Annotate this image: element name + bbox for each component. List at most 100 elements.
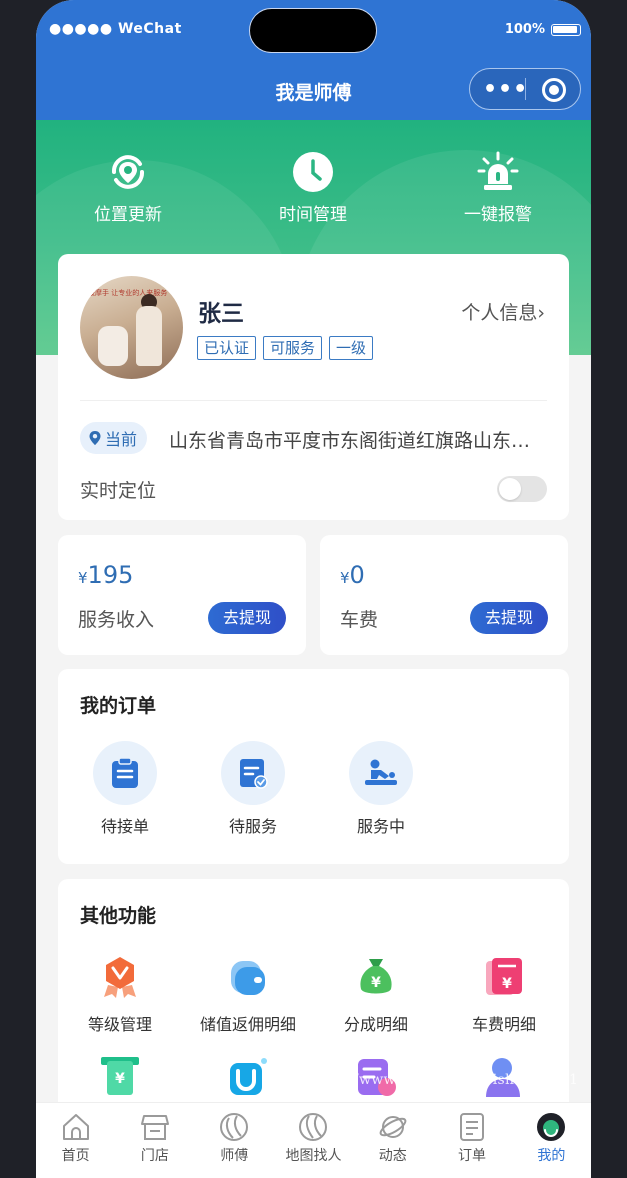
svg-text:¥: ¥: [371, 975, 381, 991]
alarm-light-icon: [477, 151, 519, 190]
order-pending-service[interactable]: 待服务: [208, 741, 298, 837]
wallet-icon: [231, 961, 265, 995]
personal-info-link[interactable]: 个人信息›: [461, 298, 545, 325]
function-revenue-share[interactable]: ¥ 分成明细: [316, 955, 436, 1035]
tab-label: 订单: [458, 1148, 487, 1164]
function-level-management[interactable]: 等级管理: [60, 955, 180, 1035]
watermark-text: https://www.huzhan.com/ishop29781: [306, 1072, 579, 1088]
order-list-icon: [460, 1113, 485, 1141]
currency-symbol: ¥: [340, 569, 350, 587]
tab-profile[interactable]: 我的: [512, 1103, 591, 1178]
tab-label: 师傅: [220, 1148, 249, 1164]
svg-text:¥: ¥: [502, 976, 512, 992]
function-label: 车费明细: [471, 1015, 536, 1034]
current-location-label: 当前: [105, 430, 138, 449]
chevron-right-icon: ›: [537, 302, 545, 324]
income-amount: ¥0: [340, 561, 365, 589]
clock-icon: [293, 152, 333, 192]
tab-label: 首页: [61, 1148, 90, 1164]
currency-symbol: ¥: [78, 569, 88, 587]
realtime-location-label: 实时定位: [80, 480, 157, 502]
status-badge: 一级: [329, 336, 374, 360]
status-tags: 已认证 可服务 一级: [197, 336, 374, 360]
location-refresh-icon: [112, 155, 144, 189]
quick-action-time-management[interactable]: 时间管理: [253, 150, 373, 225]
profile-icon: [537, 1113, 566, 1141]
tab-map-search[interactable]: 地图找人: [274, 1103, 353, 1178]
money-bag-icon: ¥: [360, 959, 392, 994]
order-item-label: 待服务: [228, 817, 277, 836]
cash-withdraw-icon: ¥: [101, 1057, 139, 1095]
quick-action-alarm[interactable]: 一键报警: [438, 150, 558, 225]
bottom-tab-bar: 首页 门店 师傅 地图找人 动态 订单 我的: [36, 1102, 591, 1178]
my-orders-card: 我的订单 待接单 待服务 服务中: [58, 669, 569, 864]
section-title: 我的订单: [80, 695, 157, 717]
tab-label: 动态: [378, 1148, 407, 1164]
function-label: 储值返佣明细: [199, 1015, 296, 1034]
battery-percent: 100%: [504, 22, 545, 37]
user-name: 张三: [198, 301, 244, 327]
order-item-label: 服务中: [356, 817, 405, 836]
income-amount: ¥195: [78, 561, 133, 589]
function-magnet[interactable]: [188, 1055, 308, 1103]
order-in-service[interactable]: 服务中: [336, 741, 426, 837]
function-stored-value-commission[interactable]: 储值返佣明细: [188, 955, 308, 1035]
capsule-divider: [525, 78, 526, 100]
bill-icon: ¥: [486, 958, 522, 995]
map-search-icon: [299, 1113, 328, 1141]
status-badge: 可服务: [263, 336, 323, 360]
withdraw-button[interactable]: 去提现: [470, 602, 548, 634]
avatar-figure: [98, 326, 128, 366]
current-location-badge: 当前: [80, 422, 148, 454]
divider: [80, 400, 547, 401]
section-title: 其他功能: [80, 905, 157, 927]
phone-frame: ●●●●● WeChat 100% 我是师傅 ••• 位置更新 时间管理 一键报…: [36, 0, 591, 1178]
battery-icon: [551, 23, 581, 36]
tab-orders[interactable]: 订单: [432, 1103, 511, 1178]
income-label: 服务收入: [78, 609, 155, 631]
location-pin-icon: [89, 431, 101, 445]
tab-moments[interactable]: 动态: [353, 1103, 432, 1178]
income-value: 195: [87, 561, 134, 589]
quick-action-label: 位置更新: [94, 205, 162, 225]
more-menu-button[interactable]: •••: [483, 77, 528, 102]
carrier-label: ●●●●● WeChat: [49, 21, 182, 37]
close-mini-program-button[interactable]: [542, 78, 566, 102]
tab-label: 地图找人: [285, 1148, 342, 1164]
order-icon-circle: [93, 741, 157, 805]
dynamic-island: [249, 8, 377, 53]
income-value: 0: [349, 561, 365, 589]
tab-label: 我的: [537, 1148, 566, 1164]
planet-icon: [379, 1116, 407, 1138]
battery-status: 100%: [505, 22, 581, 37]
tab-store[interactable]: 门店: [115, 1103, 194, 1178]
travel-fee-card: ¥0 车费 去提现: [320, 535, 568, 655]
function-label: 分成明细: [343, 1015, 408, 1034]
master-icon: [220, 1113, 249, 1141]
service-income-card: ¥195 服务收入 去提现: [58, 535, 306, 655]
function-label: 等级管理: [87, 1015, 152, 1034]
income-label: 车费: [340, 609, 379, 631]
tab-master[interactable]: 师傅: [195, 1103, 274, 1178]
order-item-label: 待接单: [100, 817, 149, 836]
medal-icon: [104, 957, 136, 998]
home-icon: [62, 1114, 89, 1140]
quick-action-location-update[interactable]: 位置更新: [68, 150, 188, 225]
avatar[interactable]: 按摩手 让专业的人来服务: [80, 276, 183, 379]
function-travel-fee-details[interactable]: ¥ 车费明细: [444, 955, 564, 1035]
clipboard-icon: [112, 757, 138, 788]
avatar-figure: [136, 306, 162, 366]
order-icon-circle: [221, 741, 285, 805]
status-badge: 已认证: [197, 336, 257, 360]
massage-icon: [365, 759, 397, 785]
tab-home[interactable]: 首页: [36, 1103, 115, 1178]
svg-text:¥: ¥: [115, 1071, 125, 1087]
realtime-location-toggle[interactable]: [497, 476, 547, 502]
order-pending-accept[interactable]: 待接单: [80, 741, 170, 837]
mini-program-capsule: •••: [469, 68, 581, 110]
withdraw-button[interactable]: 去提现: [208, 602, 286, 634]
function-withdraw[interactable]: ¥: [60, 1055, 180, 1103]
order-icon-circle: [349, 741, 413, 805]
tab-label: 门店: [140, 1148, 169, 1164]
store-icon: [140, 1115, 169, 1140]
